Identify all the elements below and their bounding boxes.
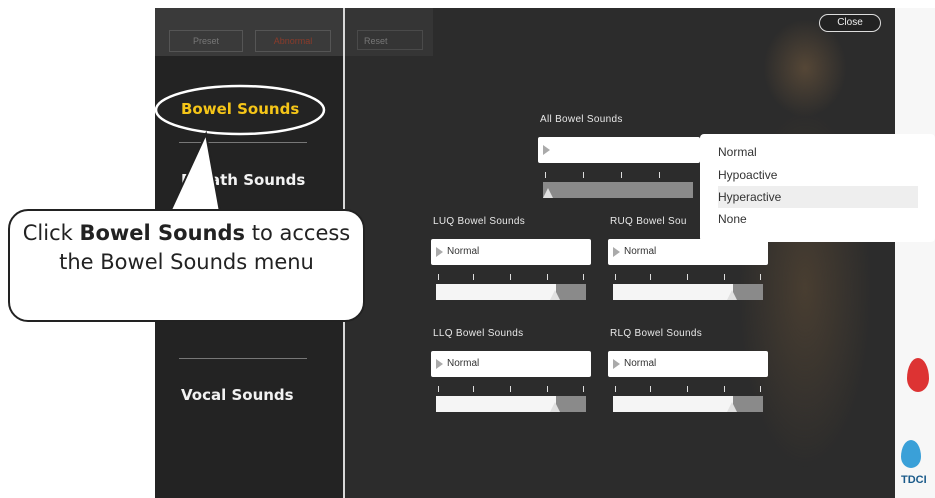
play-icon	[436, 247, 443, 257]
slider-thumb[interactable]	[543, 188, 553, 198]
ruq-bowel-sounds-label: RUQ Bowel Sou	[610, 216, 687, 227]
divider	[179, 358, 307, 359]
dropdown-option-normal[interactable]: Normal	[718, 141, 918, 163]
water-drop-icon	[901, 440, 921, 468]
sidebar-item-bowel-sounds[interactable]: Bowel Sounds	[181, 100, 299, 118]
dropdown-option-hypoactive[interactable]: Hypoactive	[718, 164, 918, 186]
rlq-bowel-sounds-slider[interactable]	[613, 396, 763, 412]
callout-text-pre: Click	[22, 221, 80, 245]
play-icon	[543, 145, 550, 155]
dropdown-option-hyperactive[interactable]: Hyperactive	[718, 186, 918, 208]
rlq-bowel-sounds-label: RLQ Bowel Sounds	[610, 328, 703, 339]
dropdown-option-none[interactable]: None	[718, 208, 918, 230]
tab-reset[interactable]: Reset	[357, 30, 423, 50]
sidebar-item-vocal-sounds[interactable]: Vocal Sounds	[181, 386, 294, 404]
side-panel	[895, 8, 935, 498]
instruction-callout: Click Bowel Sounds to access the Bowel S…	[8, 209, 365, 322]
llq-bowel-sounds-label: LLQ Bowel Sounds	[433, 328, 524, 339]
brand-logo: TDCI	[901, 474, 927, 486]
play-icon	[613, 359, 620, 369]
blood-drop-icon	[907, 358, 929, 392]
slider-ticks	[613, 274, 763, 280]
slider-thumb[interactable]	[550, 290, 560, 300]
select-value: Normal	[624, 246, 657, 257]
luq-bowel-sounds-label: LUQ Bowel Sounds	[433, 216, 526, 227]
callout-text-bold: Bowel Sounds	[79, 221, 246, 245]
slider-thumb[interactable]	[550, 402, 560, 412]
play-icon	[613, 247, 620, 257]
luq-bowel-sounds-select[interactable]: Normal	[431, 239, 591, 265]
ruq-bowel-sounds-slider[interactable]	[613, 284, 763, 300]
slider-thumb[interactable]	[727, 290, 737, 300]
tab-abnormal[interactable]: Abnormal	[255, 30, 331, 52]
bowel-sounds-dropdown: Normal Hypoactive Hyperactive None	[700, 134, 935, 242]
all-bowel-sounds-select[interactable]	[538, 137, 700, 163]
luq-bowel-sounds-slider[interactable]	[436, 284, 586, 300]
rlq-bowel-sounds-select[interactable]: Normal	[608, 351, 768, 377]
close-button[interactable]: Close	[819, 14, 881, 32]
slider-ticks	[543, 172, 693, 178]
ruq-bowel-sounds-select[interactable]: Normal	[608, 239, 768, 265]
all-bowel-sounds-label: All Bowel Sounds	[540, 114, 623, 125]
tab-bar-secondary: Reset	[345, 8, 433, 56]
tab-preset[interactable]: Preset	[169, 30, 243, 52]
slider-ticks	[436, 274, 586, 280]
slider-ticks	[436, 386, 586, 392]
sidebar-item-breath-sounds[interactable]: Breath Sounds	[181, 171, 305, 189]
all-bowel-sounds-slider[interactable]	[543, 182, 693, 198]
select-value: Normal	[447, 358, 480, 369]
select-value: Normal	[624, 358, 657, 369]
play-icon	[436, 359, 443, 369]
tab-bar: Preset Abnormal	[155, 8, 343, 56]
llq-bowel-sounds-select[interactable]: Normal	[431, 351, 591, 377]
divider	[179, 142, 307, 143]
slider-ticks	[613, 386, 763, 392]
select-value: Normal	[447, 246, 480, 257]
slider-thumb[interactable]	[727, 402, 737, 412]
llq-bowel-sounds-slider[interactable]	[436, 396, 586, 412]
